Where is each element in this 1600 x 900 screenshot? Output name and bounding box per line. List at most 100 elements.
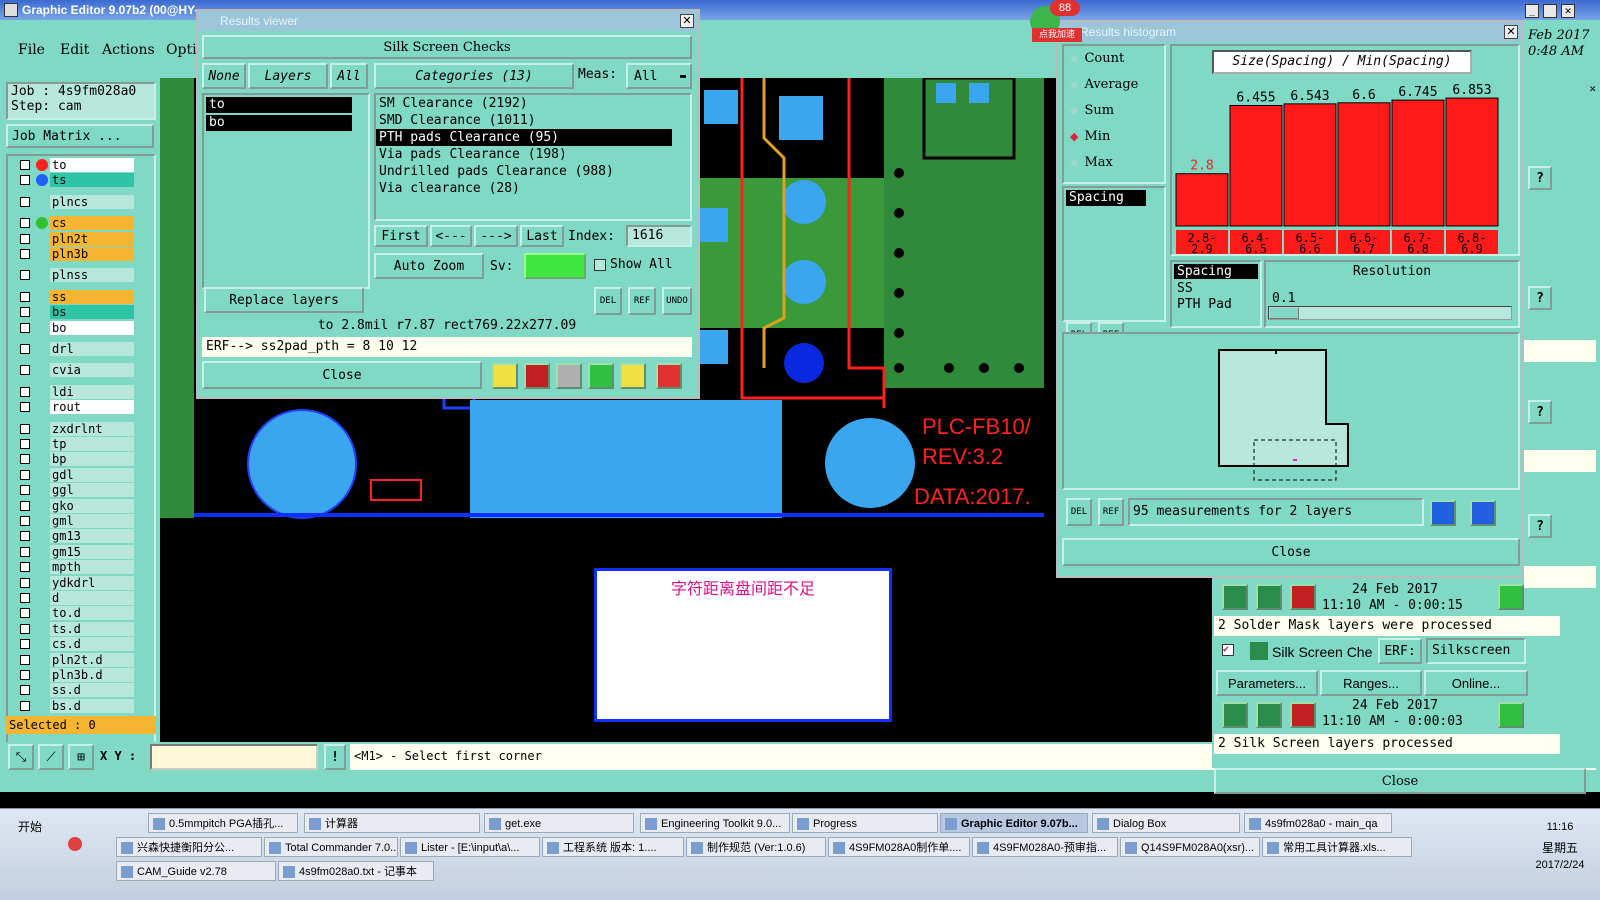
undo-button[interactable]: UNDO [662, 287, 692, 315]
index-input[interactable]: 1616 [626, 225, 692, 247]
layer-row[interactable]: mpth [16, 560, 134, 575]
histogram-bar[interactable] [1445, 97, 1499, 227]
layer-row[interactable]: pln3b.d [16, 668, 134, 682]
layer-checkbox[interactable] [20, 593, 30, 603]
mode-option[interactable]: ◆ Max [1064, 150, 1164, 176]
highlight-icon[interactable] [492, 363, 518, 389]
layer-checkbox[interactable] [20, 500, 30, 511]
layer-row[interactable]: bp [16, 452, 134, 467]
menu-file[interactable]: File [18, 42, 45, 58]
layer-checkbox[interactable] [20, 623, 30, 634]
layer-checkbox[interactable] [20, 270, 30, 281]
layer-row[interactable]: cs.d [16, 637, 134, 652]
resolution-slider[interactable] [1268, 306, 1512, 320]
results-viewer-close-icon[interactable]: ✕ [680, 14, 694, 28]
taskbar-item[interactable]: Progress [792, 813, 938, 833]
category-item[interactable]: Via clearance (28) [376, 180, 672, 197]
layer-checkbox[interactable] [20, 386, 30, 397]
layer-checkbox[interactable] [20, 439, 30, 449]
taskbar-item[interactable]: Graphic Editor 9.07b... [940, 813, 1088, 833]
layer-checkbox[interactable] [20, 654, 30, 665]
category-item[interactable]: PTH pads Clearance (95) [376, 129, 672, 146]
layer-checkbox[interactable] [20, 291, 30, 302]
layer-checkbox[interactable] [20, 670, 30, 680]
layer-row[interactable]: to [16, 158, 134, 172]
speed-badge[interactable]: 88 点我加速 [1024, 0, 1082, 44]
info-icon[interactable]: ! [324, 744, 346, 770]
spacing-item[interactable]: Spacing [1066, 190, 1146, 206]
taskbar-item[interactable]: 制作规范 (Ver:1.0.6) [686, 837, 826, 857]
layer-checkbox[interactable] [20, 485, 30, 496]
run-icon[interactable] [1222, 584, 1248, 610]
layer-row[interactable]: ss.d [16, 683, 134, 698]
grid-icon[interactable]: ⊞ [68, 744, 94, 770]
taskbar-item[interactable]: 4S9FM028A0制作单.... [828, 837, 970, 857]
close-icon[interactable]: ✕ [1561, 4, 1575, 18]
all-button[interactable]: All [330, 63, 368, 89]
layer-row[interactable]: cvia [16, 363, 134, 378]
layer-row[interactable]: pln3b [16, 247, 134, 261]
layer-row[interactable]: drl [16, 342, 134, 356]
layer-row[interactable]: gko [16, 498, 134, 513]
run-icon-2[interactable] [1222, 702, 1248, 728]
xy-input[interactable] [150, 744, 318, 770]
preview-del-button[interactable]: DEL [1066, 498, 1092, 526]
layer-checkbox[interactable] [20, 160, 30, 170]
taskbar-item[interactable]: Engineering Toolkit 9.0... [640, 813, 790, 833]
results-close-button[interactable]: Close [202, 361, 482, 389]
layer-row[interactable]: ggl [16, 483, 134, 498]
layer-row[interactable]: cs [16, 216, 134, 231]
histogram-close-button[interactable]: Close [1062, 538, 1520, 566]
category-item[interactable]: Via pads Clearance (198) [376, 146, 672, 163]
category-item[interactable]: SM Clearance (2192) [376, 95, 672, 112]
layer-checkbox[interactable] [20, 175, 30, 186]
layer-checkbox[interactable] [20, 700, 30, 711]
first-button[interactable]: First [374, 225, 428, 247]
erf-value[interactable]: Silkscreen [1426, 638, 1526, 664]
layer-checkbox[interactable] [20, 546, 30, 557]
none-button[interactable]: None [202, 63, 246, 89]
tray-app-icon[interactable] [68, 837, 82, 851]
zoom-icon[interactable]: ⤡ [8, 744, 34, 770]
layer-checkbox[interactable] [20, 218, 30, 229]
histogram-bar[interactable] [1283, 103, 1337, 227]
layer-checkbox[interactable] [20, 249, 30, 259]
view-results-icon[interactable] [1498, 584, 1524, 610]
histogram-title-bar[interactable]: Results histogram ✕ [1058, 22, 1522, 42]
categories-button[interactable]: Categories (13) [374, 63, 574, 89]
layer-checkbox[interactable] [20, 196, 30, 207]
zoom-to-result-icon[interactable] [1430, 500, 1456, 526]
right-close-icon[interactable]: ✕ [1524, 82, 1596, 98]
menu-edit[interactable]: Edit [60, 42, 89, 58]
taskbar-item[interactable]: Total Commander 7.0... [264, 837, 398, 857]
taskbar-item[interactable]: 常用工具计算器.xls... [1262, 837, 1412, 857]
taskbar-item[interactable]: 计算器 [304, 813, 480, 833]
histogram-bar[interactable] [1391, 99, 1445, 227]
layer-row[interactable]: gdl [16, 467, 134, 482]
layer-checkbox[interactable] [20, 685, 30, 696]
maximize-icon[interactable] [1543, 4, 1557, 18]
replace-layers-select[interactable]: Replace layers [204, 287, 364, 313]
job-matrix-button[interactable]: Job Matrix ... [6, 124, 154, 148]
layer-checkbox[interactable] [20, 639, 30, 650]
taskbar-item[interactable]: 4s9fm028a0 - main_qa [1244, 813, 1392, 833]
layer-checkbox[interactable] [20, 307, 30, 318]
histogram-bar[interactable] [1229, 105, 1283, 227]
pan-to-result-icon[interactable] [1470, 500, 1496, 526]
layer-row[interactable]: ts.d [16, 621, 134, 636]
layer-row[interactable]: rout [16, 400, 134, 415]
help-button-4[interactable]: ? [1528, 514, 1552, 538]
layer-item[interactable]: bo [206, 115, 352, 131]
show-all-checkbox[interactable] [594, 259, 606, 271]
spacing-list[interactable]: Spacing [1062, 186, 1166, 322]
delete-results-icon[interactable] [556, 363, 582, 389]
layer-row[interactable]: ldi [16, 384, 134, 399]
layer-list[interactable]: to ts plncs cs pln2t pln3b plnss ss bs bo drl cvia l… [6, 154, 156, 784]
online-button[interactable]: Online... [1424, 670, 1528, 696]
category-item[interactable]: SMD Clearance (1011) [376, 112, 672, 129]
taskbar-item[interactable]: 兴森快捷衡阳分公... [116, 837, 262, 857]
layer-checkbox[interactable] [20, 469, 30, 480]
measure-icon[interactable]: ⟋ [38, 744, 64, 770]
parameters-button[interactable]: Parameters... [1216, 670, 1318, 696]
ref-button[interactable]: REF [628, 287, 656, 315]
